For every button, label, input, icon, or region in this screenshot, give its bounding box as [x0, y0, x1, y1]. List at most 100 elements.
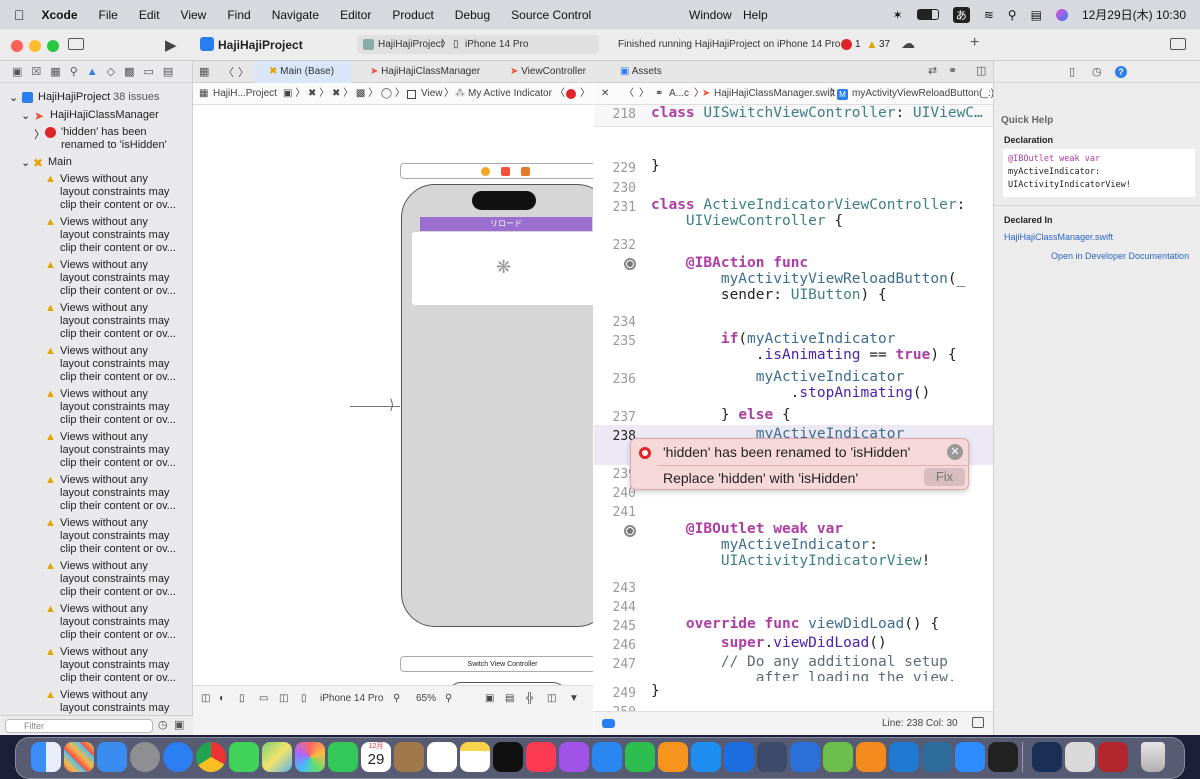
warning-issue-row[interactable]: ▲ Views without any layout constraints may… [0, 259, 193, 301]
report-icon[interactable]: ▤ [163, 65, 173, 78]
fix-suggestion[interactable]: Replace 'hidden' with 'isHidden' [663, 470, 858, 486]
appearance-icon[interactable]: ◐ [219, 686, 225, 712]
add-tab-icon[interactable]: + [970, 34, 979, 52]
toggle-navigator-icon[interactable] [68, 38, 84, 50]
spotlight-search-icon[interactable]: ⚲ [1008, 8, 1017, 22]
siri-icon[interactable] [1055, 8, 1068, 21]
warning-issue-row[interactable]: ▲ Views without any layout constraints may… [0, 646, 193, 688]
zoom-window-button[interactable] [47, 40, 59, 52]
close-window-button[interactable] [11, 40, 23, 52]
forward-chevron-icon[interactable]: 〉 [639, 83, 649, 105]
menu-window[interactable]: Window [689, 8, 732, 22]
menubar-clock[interactable]: 12月29日(木) 10:30 [1082, 6, 1186, 23]
warning-issue-row[interactable]: ▲ Views without any layout constraints may… [0, 173, 193, 215]
issue-navigator-icon[interactable]: ▲ [87, 66, 98, 78]
indicator-container-view[interactable]: ❋ [412, 232, 593, 305]
notes-app-icon[interactable] [394, 742, 424, 772]
pages-icon[interactable] [658, 742, 688, 772]
file-inspector-icon[interactable]: ▯ [1069, 65, 1075, 78]
launchpad-icon[interactable] [64, 742, 94, 772]
tab-assets[interactable]: ▣ Assets [620, 61, 662, 83]
embed-icon[interactable]: ▼ [569, 686, 579, 712]
tab-main-storyboard[interactable]: ✖ Main (Base) [255, 61, 351, 83]
menu-edit[interactable]: Edit [139, 8, 160, 22]
system-settings-icon[interactable] [130, 742, 160, 772]
symbol-icon[interactable]: ▦ [50, 65, 60, 78]
chrome-icon[interactable] [196, 742, 226, 772]
finder-icon[interactable] [31, 742, 61, 772]
breadcrumb-project[interactable]: HajiH...Project [213, 83, 277, 105]
script-editor-icon[interactable] [823, 742, 853, 772]
add-constraints-icon[interactable]: ╬ [526, 686, 533, 712]
calendar-icon[interactable]: 12月 29 [361, 742, 391, 772]
mail-icon[interactable] [97, 742, 127, 772]
breadcrumb-view[interactable]: View [421, 83, 443, 105]
grid-icon[interactable]: ▦ [199, 83, 208, 105]
menu-file[interactable]: File [99, 8, 118, 22]
xcode-icon[interactable] [724, 742, 754, 772]
menu-navigate[interactable]: Navigate [272, 8, 319, 22]
warning-issue-row[interactable]: ▲ Views without any layout constraints may… [0, 431, 193, 473]
music-icon[interactable] [526, 742, 556, 772]
canvas-device-name[interactable]: iPhone 14 Pro [320, 686, 383, 712]
scene-dock-bar[interactable] [400, 163, 593, 179]
trash-icon[interactable] [1141, 742, 1165, 772]
disclosure-chevron-icon[interactable]: 〉 [34, 126, 45, 142]
facetime-icon[interactable] [328, 742, 358, 772]
photos-icon[interactable] [295, 742, 325, 772]
breadcrumb-item[interactable]: My Active Indicator [468, 83, 552, 105]
vscode-icon[interactable] [889, 742, 919, 772]
device-rotate-icon[interactable]: ▭ [259, 686, 268, 712]
numbers-icon[interactable] [625, 742, 655, 772]
dismiss-popup-icon[interactable]: ✕ [947, 444, 963, 460]
swap-icon[interactable]: ⇄ [928, 64, 937, 77]
downloads-icon[interactable] [1032, 742, 1062, 772]
quick-help-icon[interactable]: ? [1115, 66, 1127, 78]
breadcrumb-folder-icon[interactable]: ▣ 〉 ✖ 〉 ✖ 〉 ▩ 〉 ◯ 〉 [283, 83, 405, 105]
breadcrumb-group[interactable]: A...c [669, 83, 689, 105]
maps-icon[interactable] [262, 742, 292, 772]
simulator-icon[interactable] [757, 742, 787, 772]
menu-editor[interactable]: Editor [340, 8, 371, 22]
podcasts-icon[interactable] [559, 742, 589, 772]
disclosure-chevron-icon[interactable]: ⌄ [21, 109, 30, 122]
source-control-icon[interactable]: ☒ [31, 65, 41, 78]
reload-button[interactable]: リロード [420, 217, 592, 231]
apple-menu-icon[interactable]:  [14, 7, 25, 23]
warning-issue-row[interactable]: ▲ Views without any layout constraints may… [0, 560, 193, 602]
menu-app[interactable]: Xcode [42, 8, 78, 22]
related-items-icon[interactable]: ⚭ [655, 83, 663, 105]
breadcrumb-file[interactable]: HajiHajiClassManager.swift [714, 83, 835, 105]
debug-area-toggle-icon[interactable] [972, 717, 984, 728]
issues-filter-icon[interactable]: ▣ [174, 718, 184, 731]
warning-issue-row[interactable]: ▲ Views without any layout constraints may… [0, 388, 193, 430]
warning-issue-row[interactable]: ▲ Views without any layout constraints may… [0, 517, 193, 559]
recent-filter-icon[interactable]: ◷ [158, 718, 168, 731]
history-inspector-icon[interactable]: ◷ [1092, 65, 1102, 78]
tab-overview-icon[interactable]: ▦ [199, 65, 209, 78]
open-documentation-link[interactable]: Open in Developer Documentation [1051, 251, 1189, 261]
disclosure-chevron-icon[interactable]: ⌄ [21, 156, 30, 169]
debug-icon[interactable]: ▩ [124, 65, 134, 78]
fix-button[interactable]: Fix [924, 468, 965, 486]
close-editor-icon[interactable]: ✕ [601, 83, 609, 105]
filter-input[interactable]: Filter [5, 719, 153, 733]
terminal-icon[interactable] [988, 742, 1018, 772]
breadcrumb-method[interactable]: myActivityViewReloadButton(_:) [852, 83, 994, 105]
activity-indicator-icon[interactable]: ❋ [496, 257, 511, 278]
apple-tv-icon[interactable] [493, 742, 523, 772]
font-book-icon[interactable] [1065, 742, 1095, 772]
zoom-level[interactable]: 65% [416, 686, 436, 712]
layout-icon[interactable]: ◫ [279, 686, 288, 712]
error-count[interactable]: 1 [855, 39, 861, 50]
messages-icon[interactable] [229, 742, 259, 772]
tab-viewcontroller[interactable]: ➤ ViewController [510, 61, 586, 83]
menu-product[interactable]: Product [392, 8, 433, 22]
breakpoint-icon[interactable]: ▭ [144, 65, 154, 78]
back-chevron-icon[interactable]: 〈 [624, 83, 634, 105]
zoom-app-icon[interactable] [955, 742, 985, 772]
scheme-selector[interactable]: HajiHajiProject 〉 ▯ iPhone 14 Pro [357, 35, 599, 54]
error-count-icon[interactable] [841, 39, 852, 50]
input-method-icon[interactable]: あ [952, 6, 970, 23]
switch-vc-scene-bar[interactable]: Switch View Controller [400, 656, 593, 672]
